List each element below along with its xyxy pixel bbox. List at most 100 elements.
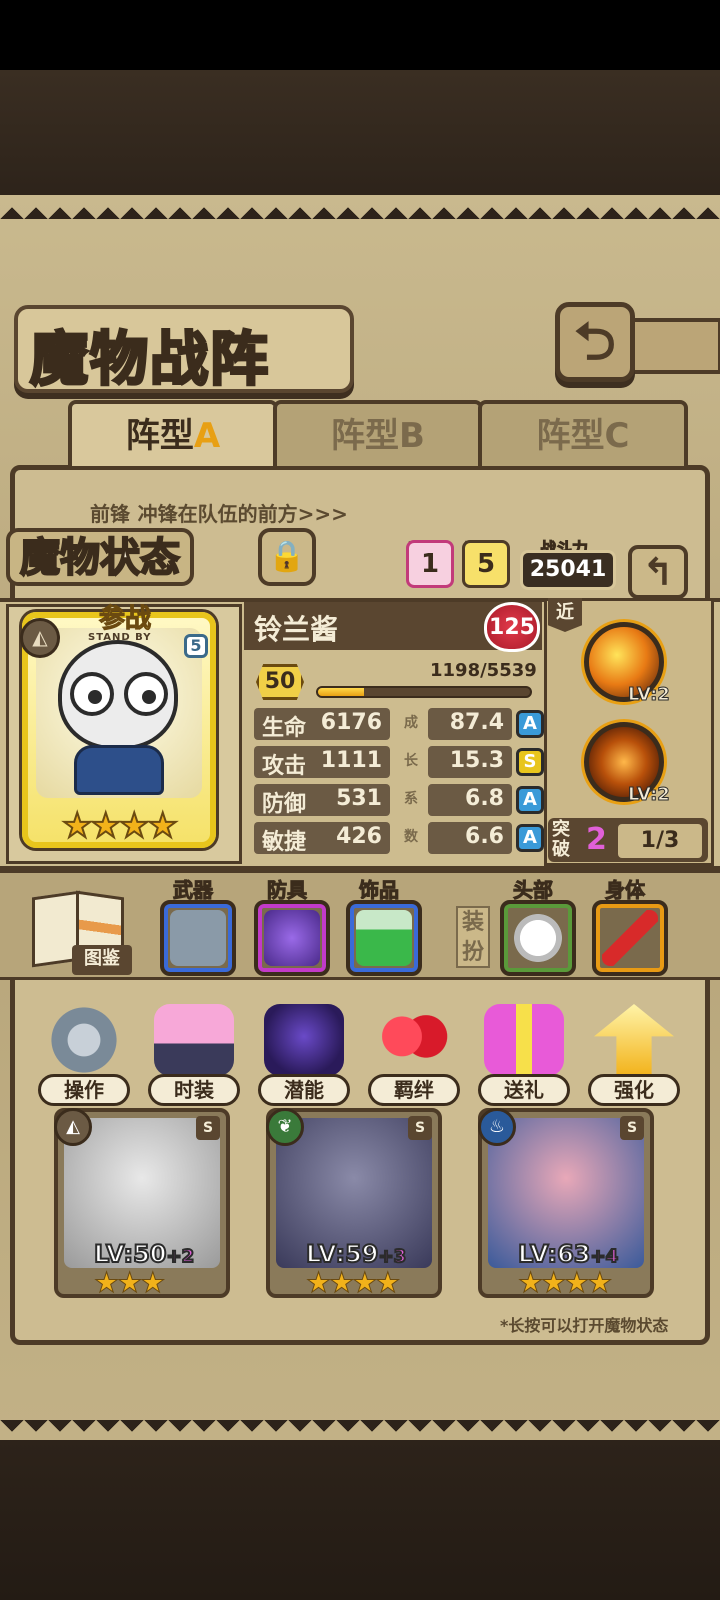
stat-growth: 87.4 xyxy=(428,708,512,740)
stat-base: 攻击 1111 xyxy=(254,746,390,779)
star-rating: ★★★★ xyxy=(61,805,179,847)
tab-formation-b[interactable]: 阵型B xyxy=(273,400,483,466)
tab-label: 阵型 xyxy=(125,416,194,456)
growth-label-char: 长 xyxy=(404,753,418,769)
background-wall xyxy=(0,70,720,200)
stat-row: 敏捷 426 数 6.6 A xyxy=(254,822,544,855)
star-rating: ★★★ xyxy=(93,1266,165,1300)
tab-label: 阵型 xyxy=(536,416,605,456)
star-rating: ★★★★ xyxy=(305,1266,400,1300)
team-monster-card[interactable]: ◭ S LV:50+2 ★★★ xyxy=(54,1108,230,1300)
growth-label-char: 成 xyxy=(404,715,418,731)
green-potion-icon xyxy=(356,910,412,966)
operate-button[interactable]: 操作 xyxy=(34,1000,134,1106)
growth-value: 15.3 xyxy=(449,748,504,773)
stat-value: 6176 xyxy=(320,710,382,735)
action-label: 羁绊 xyxy=(368,1074,460,1106)
gear-icon xyxy=(44,1004,124,1076)
tab-letter: B xyxy=(399,416,425,456)
stat-label: 攻击 xyxy=(262,754,307,779)
status-bar xyxy=(0,0,720,70)
vanguard-description: 冲锋在队伍的前方>>> xyxy=(137,502,348,526)
dog-pupil xyxy=(88,690,102,704)
star-rating: ★★★★ xyxy=(517,1266,612,1300)
team-monster-card[interactable]: ❦ S LV:59+3 ★★★★ xyxy=(266,1108,442,1300)
enhance-button[interactable]: 强化 xyxy=(584,1000,684,1106)
action-bar: 操作 时装 潜能 羁绊 送礼 强化 xyxy=(0,1000,720,1106)
back-button[interactable]: ⮌ xyxy=(555,302,635,382)
exp-bar-fill xyxy=(318,688,364,696)
body-label: 身体 xyxy=(605,878,646,903)
favor-heart-badge: 125 xyxy=(484,602,540,652)
stat-growth: 6.6 xyxy=(428,822,512,854)
background-floor xyxy=(0,1440,720,1600)
stat-value: 426 xyxy=(336,824,382,849)
level-text: LV:50 xyxy=(93,1239,167,1269)
armor-label: 防具 xyxy=(267,878,308,903)
growth-value: 6.8 xyxy=(465,786,504,811)
tab-letter: A xyxy=(193,416,221,456)
team-level: LV:59+3 xyxy=(305,1239,407,1269)
growth-value: 87.4 xyxy=(449,710,504,735)
breakthrough-label: 突破 xyxy=(552,819,570,860)
action-label: 潜能 xyxy=(258,1074,350,1106)
hint-text: *长按可以打开魔物状态 xyxy=(500,1316,669,1335)
return-arrow-icon: ↰ xyxy=(642,550,674,594)
skill-level: LV:2 xyxy=(628,684,671,706)
level-plus: +3 xyxy=(377,1245,407,1268)
action-label: 送礼 xyxy=(478,1074,570,1106)
stat-base: 敏捷 426 xyxy=(254,822,390,855)
warrior-class-icon: ◭ xyxy=(20,618,60,658)
stat-base: 生命 6176 xyxy=(254,708,390,741)
gift-icon xyxy=(484,1004,564,1076)
exp-text: 1198/5539 xyxy=(430,660,537,681)
tab-formation-a[interactable]: 阵型A xyxy=(68,400,278,466)
bond-button[interactable]: 羁绊 xyxy=(364,1000,464,1106)
red-scroll-icon xyxy=(602,910,658,966)
level-plus: +4 xyxy=(589,1245,619,1268)
fashion-button[interactable]: 时装 xyxy=(144,1000,244,1106)
growth-label-char: 数 xyxy=(404,829,418,845)
head-slot[interactable] xyxy=(500,900,576,976)
stat-growth: 15.3 xyxy=(428,746,512,778)
water-class-icon: ♨ xyxy=(478,1108,516,1146)
rarity-badge: S xyxy=(620,1116,644,1140)
padlock-icon: 🔒 xyxy=(268,539,306,574)
gatling-gun-icon xyxy=(170,910,226,966)
dress-up-label: 装扮 xyxy=(456,906,490,968)
monster-name: 铃兰酱 xyxy=(254,613,339,646)
parchment-edge-top xyxy=(0,195,720,219)
power-value: 25041 xyxy=(520,550,616,590)
codex-label: 图鉴 xyxy=(72,945,132,975)
stat-value: 531 xyxy=(336,786,382,811)
dog-eye-right xyxy=(124,672,168,716)
weapon-slot[interactable] xyxy=(160,900,236,976)
head-label: 头部 xyxy=(513,878,554,903)
level-badge: 50 xyxy=(256,664,304,700)
hearts-icon xyxy=(374,1004,454,1076)
weapon-label: 武器 xyxy=(173,878,214,903)
lock-button[interactable]: 🔒 xyxy=(258,528,316,586)
stat-value: 1111 xyxy=(320,748,382,773)
accessory-slot[interactable] xyxy=(346,900,422,976)
tab-formation-c[interactable]: 阵型C xyxy=(478,400,688,466)
armor-slot[interactable] xyxy=(254,900,330,976)
range-tag: 近 xyxy=(548,598,582,632)
team-monster-card[interactable]: ♨ S LV:63+4 ★★★★ xyxy=(478,1108,654,1300)
level-text: LV:59 xyxy=(305,1239,379,1269)
rarity-badge: 5 xyxy=(184,634,208,658)
team-level: LV:50+2 xyxy=(93,1239,195,1269)
collapse-status-button[interactable]: ↰ xyxy=(628,545,688,599)
rarity-badge: S xyxy=(408,1116,432,1140)
warrior-class-icon: ◭ xyxy=(54,1108,92,1146)
grade-badge: A xyxy=(516,824,544,852)
gift-button[interactable]: 送礼 xyxy=(474,1000,574,1106)
formation-tabs: 阵型A 阵型B 阵型C xyxy=(18,400,703,470)
stat-label: 防御 xyxy=(262,792,307,817)
potential-button[interactable]: 潜能 xyxy=(254,1000,354,1106)
stat-row: 防御 531 系 6.8 A xyxy=(254,784,544,817)
exp-bar xyxy=(316,686,532,698)
stat-label: 敏捷 xyxy=(262,830,307,855)
level-plus: +2 xyxy=(165,1245,195,1268)
body-slot[interactable] xyxy=(592,900,668,976)
